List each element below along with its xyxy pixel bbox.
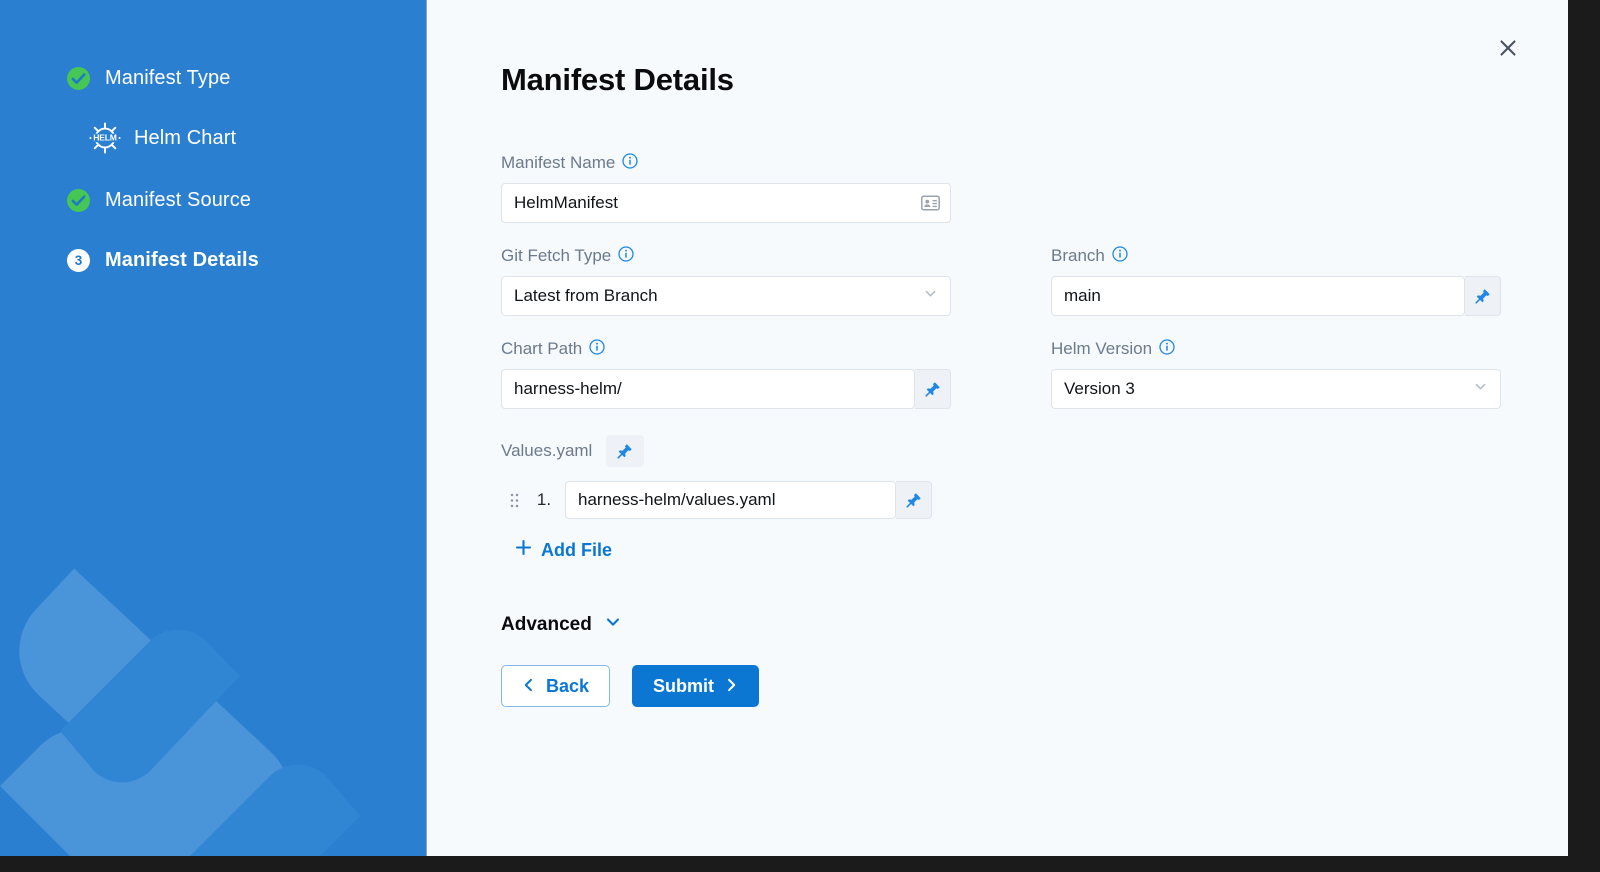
sidebar-step-label: Helm Chart	[134, 126, 237, 149]
harness-logo-watermark	[0, 568, 360, 856]
wizard-step-list: Manifest Type HELM Helm Chart Manifest S…	[0, 0, 426, 280]
info-circle-icon[interactable]	[589, 338, 605, 360]
field-branch: Branch main	[1051, 245, 1503, 316]
chart-path-value: harness-helm/	[514, 379, 622, 398]
branch-value: main	[1064, 286, 1101, 305]
manifest-details-form: Manifest Name HelmManifest Git Fetch Typ…	[501, 152, 1528, 707]
label-chart-path: Chart Path	[501, 338, 951, 360]
page-title: Manifest Details	[501, 62, 734, 97]
sidebar-step-label: Manifest Type	[105, 66, 231, 89]
info-circle-icon[interactable]	[622, 152, 638, 174]
sidebar-step-manifest-details[interactable]: 3 Manifest Details	[0, 240, 426, 280]
values-row-index: 1.	[536, 490, 552, 509]
field-manifest-name: Manifest Name HelmManifest	[501, 152, 951, 223]
manifest-details-dialog: Manifest Type HELM Helm Chart Manifest S…	[0, 0, 1568, 856]
chart-path-input[interactable]: harness-helm/	[501, 369, 915, 409]
label-text: Manifest Name	[501, 153, 616, 172]
label-text: Branch	[1051, 246, 1105, 265]
info-circle-icon[interactable]	[618, 245, 634, 267]
info-circle-icon[interactable]	[1112, 245, 1128, 267]
branch-input[interactable]: main	[1051, 276, 1465, 316]
values-yaml-section: Values.yaml 1. harness-helm/values.yaml …	[501, 435, 1528, 561]
sidebar-step-helm-chart[interactable]: HELM Helm Chart	[0, 118, 426, 158]
contact-card-icon[interactable]	[921, 195, 940, 211]
svg-text:3: 3	[75, 253, 83, 268]
values-yaml-row: 1. harness-helm/values.yaml	[505, 481, 1528, 519]
values-file-value: harness-helm/values.yaml	[578, 490, 776, 509]
add-file-button[interactable]: Add File	[515, 539, 612, 561]
label-git-fetch-type: Git Fetch Type	[501, 245, 951, 267]
helm-version-value: Version 3	[1064, 379, 1135, 398]
git-fetch-type-value: Latest from Branch	[514, 286, 658, 305]
label-manifest-name: Manifest Name	[501, 152, 951, 174]
main-panel: Manifest Details Manifest Name HelmManif…	[427, 0, 1568, 856]
helm-logo-icon: HELM	[88, 122, 122, 154]
submit-button[interactable]: Submit	[632, 665, 760, 707]
chevron-down-icon	[604, 613, 622, 637]
pin-icon[interactable]	[896, 481, 932, 519]
svg-text:HELM: HELM	[93, 133, 117, 143]
label-text: Git Fetch Type	[501, 246, 612, 265]
sidebar-step-manifest-type[interactable]: Manifest Type	[0, 58, 426, 98]
manifest-name-value: HelmManifest	[514, 193, 618, 212]
form-grid: Manifest Name HelmManifest Git Fetch Typ…	[501, 152, 1528, 431]
label-branch: Branch	[1051, 245, 1503, 267]
helm-version-select[interactable]: Version 3	[1051, 369, 1501, 409]
submit-label: Submit	[653, 675, 715, 696]
chevron-down-icon	[923, 286, 938, 306]
chevron-down-icon	[1473, 379, 1488, 399]
chevron-right-icon	[724, 676, 738, 697]
sidebar-step-manifest-source[interactable]: Manifest Source	[0, 180, 426, 220]
form-actions: Back Submit	[501, 665, 1528, 707]
advanced-toggle[interactable]: Advanced	[501, 613, 622, 637]
sidebar-step-label: Manifest Details	[105, 248, 259, 271]
pin-icon[interactable]	[915, 369, 951, 409]
input-wrap-helm-version: Version 3	[1051, 369, 1501, 409]
label-helm-version: Helm Version	[1051, 338, 1503, 360]
wizard-sidebar: Manifest Type HELM Helm Chart Manifest S…	[0, 0, 427, 856]
add-file-label: Add File	[541, 539, 612, 560]
check-circle-icon	[66, 188, 91, 213]
back-label: Back	[546, 675, 590, 696]
back-button[interactable]: Back	[501, 665, 611, 707]
advanced-label: Advanced	[501, 614, 592, 635]
drag-handle-icon[interactable]	[505, 493, 523, 508]
field-chart-path: Chart Path harness-helm/	[501, 338, 951, 409]
sidebar-step-label: Manifest Source	[105, 188, 252, 211]
input-wrap-manifest-name: HelmManifest	[501, 183, 951, 223]
values-yaml-header: Values.yaml	[501, 435, 1528, 467]
field-helm-version: Helm Version Version 3	[1051, 338, 1503, 409]
close-icon[interactable]	[1492, 32, 1524, 64]
chevron-left-icon	[522, 676, 536, 697]
pin-icon[interactable]	[1465, 276, 1501, 316]
values-yaml-label: Values.yaml	[501, 441, 593, 460]
values-file-input[interactable]: harness-helm/values.yaml	[565, 481, 896, 519]
input-wrap-git-fetch-type: Latest from Branch	[501, 276, 951, 316]
input-wrap-values-file: harness-helm/values.yaml	[565, 481, 932, 519]
pin-icon[interactable]	[606, 435, 645, 467]
git-fetch-type-select[interactable]: Latest from Branch	[501, 276, 951, 316]
label-text: Chart Path	[501, 339, 583, 358]
info-circle-icon[interactable]	[1159, 338, 1175, 360]
input-wrap-chart-path: harness-helm/	[501, 369, 951, 409]
label-text: Helm Version	[1051, 339, 1153, 358]
step-number-badge: 3	[66, 248, 91, 273]
check-circle-icon	[66, 66, 91, 91]
input-wrap-branch: main	[1051, 276, 1501, 316]
manifest-name-input[interactable]: HelmManifest	[501, 183, 951, 223]
plus-icon	[515, 539, 532, 561]
field-git-fetch-type: Git Fetch Type Latest from Branch	[501, 245, 951, 316]
